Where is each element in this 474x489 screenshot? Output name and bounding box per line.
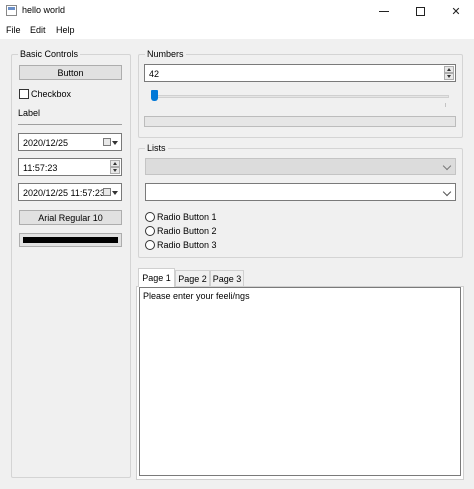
spinbox-value: 42 — [149, 69, 160, 79]
calendar-icon — [103, 188, 111, 196]
maximize-button[interactable] — [402, 0, 438, 22]
radio-button-1-label: Radio Button 1 — [157, 212, 217, 222]
text-area-content: Please enter your feeli/ngs — [143, 291, 250, 301]
font-button[interactable]: Arial Regular 10 — [19, 210, 122, 225]
close-icon: ✕ — [451, 5, 461, 18]
tab-page-2-label: Page 2 — [178, 274, 207, 284]
datetime-value: 2020/12/25 11:57:23 — [23, 188, 105, 198]
time-spin-down-icon[interactable] — [110, 167, 120, 174]
menu-help[interactable]: Help — [56, 25, 75, 35]
checkbox-label: Checkbox — [31, 89, 72, 99]
time-edit[interactable]: 11:57:23 — [18, 158, 122, 176]
push-button[interactable]: Button — [19, 65, 122, 80]
slider-track[interactable] — [151, 95, 449, 98]
disabled-combobox — [145, 158, 456, 175]
radio-button-2[interactable] — [145, 226, 155, 236]
chevron-down-icon — [112, 141, 118, 145]
basic-controls-title: Basic Controls — [18, 49, 81, 60]
date-value: 2020/12/25 — [23, 138, 69, 148]
window-title: hello world — [22, 5, 66, 15]
radio-button-3-label: Radio Button 3 — [157, 240, 217, 250]
radio-button-2-label: Radio Button 2 — [157, 226, 217, 236]
tab-page-1-label: Page 1 — [142, 273, 171, 283]
tab-page-3[interactable]: Page 3 — [210, 270, 244, 287]
push-button-label: Button — [57, 67, 84, 78]
minimize-icon — [379, 10, 389, 12]
calendar-icon — [103, 138, 111, 146]
date-edit[interactable]: 2020/12/25 — [18, 133, 122, 151]
datetime-edit[interactable]: 2020/12/25 11:57:23 — [18, 183, 122, 201]
text-area[interactable]: Please enter your feeli/ngs — [139, 287, 461, 476]
tab-page-3-label: Page 3 — [212, 274, 242, 284]
chevron-down-icon — [112, 191, 118, 195]
radio-button-3[interactable] — [145, 240, 155, 250]
minimize-button[interactable] — [366, 0, 402, 22]
tab-page-1[interactable]: Page 1 — [138, 268, 175, 287]
spin-down-icon[interactable] — [444, 73, 454, 80]
slider-handle[interactable] — [151, 90, 158, 101]
time-value: 11:57:23 — [23, 163, 58, 173]
menu-file[interactable]: File — [6, 25, 21, 35]
chevron-down-icon — [442, 187, 452, 197]
label-text: Label — [18, 108, 41, 118]
title-bar: hello world ✕ — [0, 0, 474, 22]
color-swatch — [23, 237, 118, 243]
font-button-label: Arial Regular 10 — [38, 212, 103, 223]
combobox[interactable] — [145, 183, 456, 201]
slider-tick — [445, 103, 446, 107]
time-spin-up-icon[interactable] — [110, 160, 120, 167]
checkbox[interactable] — [19, 89, 29, 99]
close-button[interactable]: ✕ — [438, 0, 474, 22]
separator-line — [18, 124, 122, 125]
menu-edit[interactable]: Edit — [30, 25, 46, 35]
chevron-down-icon — [442, 161, 452, 171]
numbers-title: Numbers — [145, 49, 186, 60]
spin-up-icon[interactable] — [444, 66, 454, 73]
menu-bar: File Edit Help — [0, 22, 474, 39]
lists-title: Lists — [145, 143, 168, 154]
tab-page-2[interactable]: Page 2 — [175, 270, 210, 287]
color-button[interactable] — [19, 233, 122, 247]
progress-bar — [144, 116, 456, 127]
maximize-icon — [415, 6, 425, 16]
spinbox[interactable]: 42 — [144, 64, 456, 82]
app-icon — [6, 5, 17, 16]
radio-button-1[interactable] — [145, 212, 155, 222]
